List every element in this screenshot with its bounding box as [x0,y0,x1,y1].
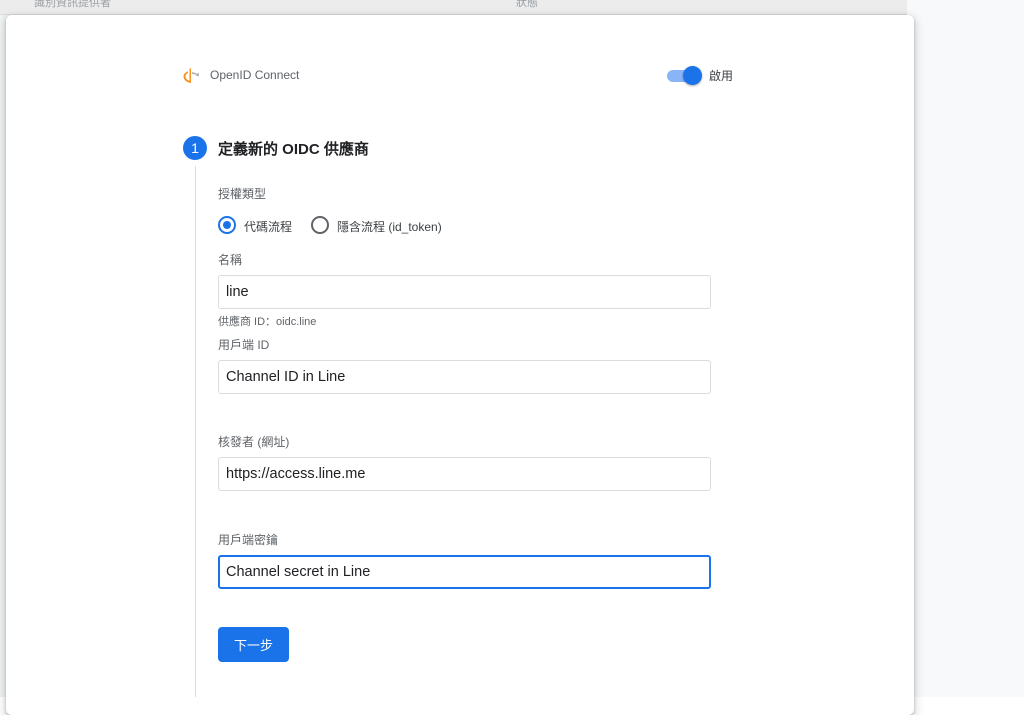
radio-implicit-flow[interactable] [311,216,329,234]
enable-toggle[interactable] [667,66,703,85]
client-id-input[interactable] [218,360,711,394]
background-column-status: 狀態 [516,0,538,9]
step-title: 定義新的 OIDC 供應商 [218,141,369,158]
client-secret-input[interactable] [218,555,711,589]
issuer-label: 核發者 (網址) [218,435,290,449]
enable-label: 啟用 [709,69,734,83]
toggle-thumb [683,66,702,85]
name-label: 名稱 [218,253,243,267]
next-button[interactable]: 下一步 [218,627,289,662]
step-number: 1 [183,136,207,160]
client-id-label: 用戶端 ID [218,338,270,352]
radio-code-flow-label[interactable]: 代碼流程 [244,218,292,235]
background-column-provider: 識別資訊提供者 [34,0,111,9]
radio-implicit-flow-label[interactable]: 隱含流程 (id_token) [337,218,442,235]
issuer-url-input[interactable] [218,457,711,491]
page-side-area [907,0,1024,697]
name-input[interactable] [218,275,711,309]
openid-logo-icon [183,68,199,83]
grant-type-label: 授權類型 [218,187,267,201]
radio-code-flow[interactable] [218,216,236,234]
background-table-header: 識別資訊提供者 狀態 [0,0,907,15]
provider-name: OpenID Connect [210,68,300,82]
step-connector-line [195,166,196,697]
provider-id-hint: 供應商 ID：oidc.line [218,316,317,328]
client-secret-label: 用戶端密鑰 [218,533,279,547]
